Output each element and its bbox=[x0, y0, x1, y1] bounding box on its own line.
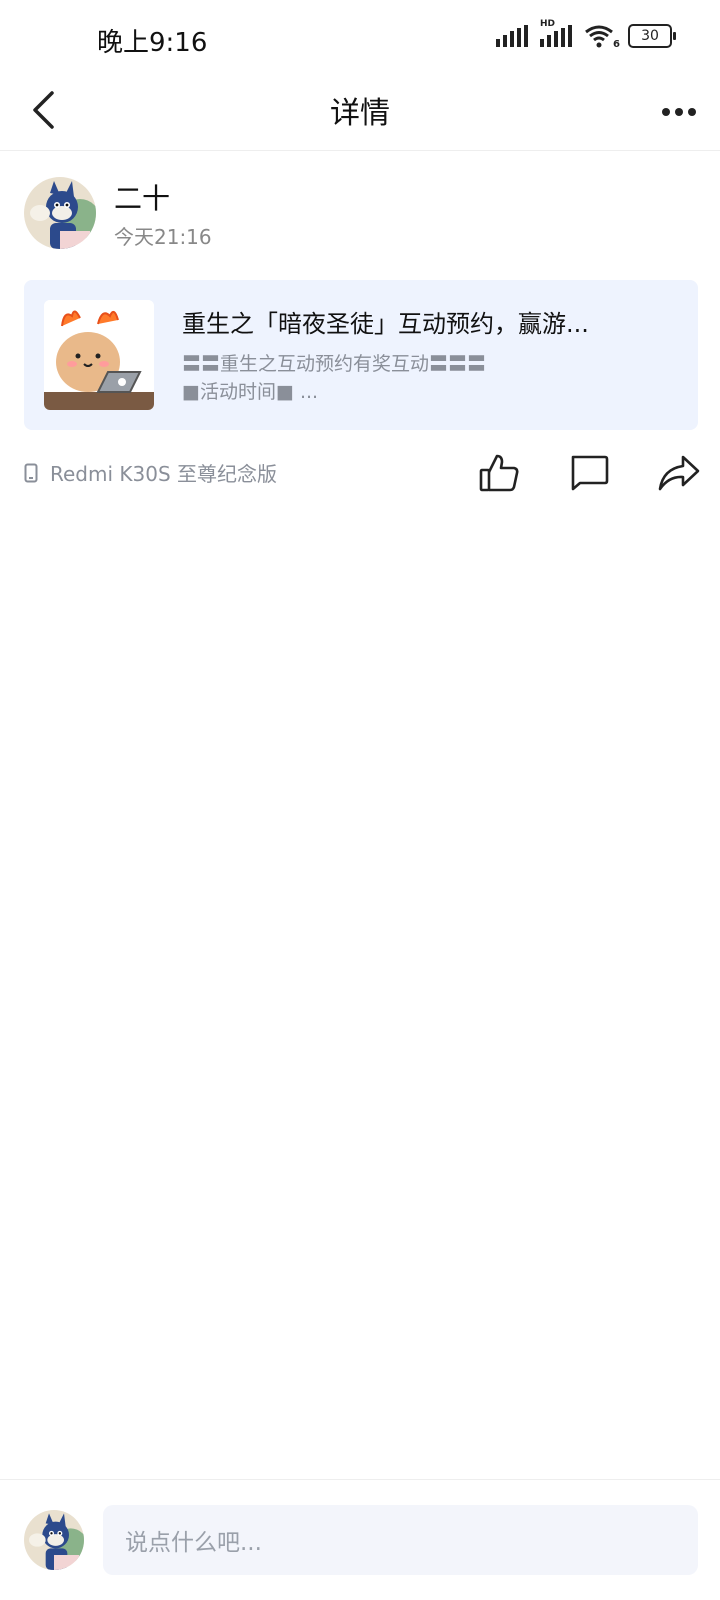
card-title: 重生之「暗夜圣徒」互动预约，赢游... bbox=[182, 310, 589, 338]
wifi-badge: 6 bbox=[613, 39, 620, 50]
shared-link-card[interactable]: 重生之「暗夜圣徒」互动预约，赢游... 〓〓重生之互动预约有奖互动〓〓〓 ■活动… bbox=[24, 280, 698, 430]
share-button[interactable] bbox=[654, 448, 704, 498]
share-arrow-icon bbox=[658, 455, 700, 491]
status-icons: HD 6 30 bbox=[496, 19, 676, 50]
wifi-icon: 6 bbox=[584, 24, 620, 50]
thumbs-up-icon bbox=[479, 454, 519, 492]
hd-signal-icon: HD bbox=[540, 19, 574, 47]
post-actions bbox=[474, 448, 704, 498]
user-avatar[interactable] bbox=[24, 1510, 84, 1570]
cat-avatar-icon bbox=[24, 177, 96, 249]
signal-icon bbox=[496, 25, 528, 47]
card-thumbnail bbox=[44, 300, 154, 410]
like-button[interactable] bbox=[474, 448, 524, 498]
phone-icon bbox=[24, 463, 38, 482]
bear-laptop-icon bbox=[44, 300, 154, 410]
more-options-button[interactable] bbox=[654, 92, 704, 132]
status-time: 晚上9:16 bbox=[97, 28, 208, 58]
header: 详情 bbox=[0, 70, 720, 151]
comment-input[interactable]: 说点什么吧... bbox=[103, 1505, 698, 1575]
comment-icon bbox=[571, 455, 609, 491]
comment-placeholder: 说点什么吧... bbox=[125, 1530, 262, 1556]
battery-icon: 30 bbox=[628, 24, 676, 48]
cat-avatar-icon bbox=[24, 1510, 84, 1570]
status-bar: 晚上9:16 HD 6 30 bbox=[0, 0, 720, 80]
author-name[interactable]: 二十 bbox=[114, 177, 170, 217]
post-author: 二十 今天21:16 bbox=[24, 177, 704, 257]
post-time: 今天21:16 bbox=[114, 225, 212, 249]
card-desc-line-1: 〓〓重生之互动预约有奖互动〓〓〓 bbox=[182, 353, 487, 375]
comment-button[interactable] bbox=[564, 448, 614, 498]
device-name: Redmi K30S 至尊纪念版 bbox=[50, 462, 278, 486]
battery-level: 30 bbox=[641, 28, 659, 44]
page-title: 详情 bbox=[330, 96, 390, 131]
avatar[interactable] bbox=[24, 177, 96, 249]
card-desc-line-2: ■活动时间■ ... bbox=[182, 381, 319, 403]
post-meta-row: Redmi K30S 至尊纪念版 bbox=[24, 448, 704, 498]
comment-bar: 说点什么吧... bbox=[0, 1479, 720, 1600]
more-dots-icon bbox=[662, 108, 696, 116]
device-info: Redmi K30S 至尊纪念版 bbox=[24, 458, 277, 487]
card-description: 〓〓重生之互动预约有奖互动〓〓〓 ■活动时间■ ... bbox=[182, 350, 682, 406]
